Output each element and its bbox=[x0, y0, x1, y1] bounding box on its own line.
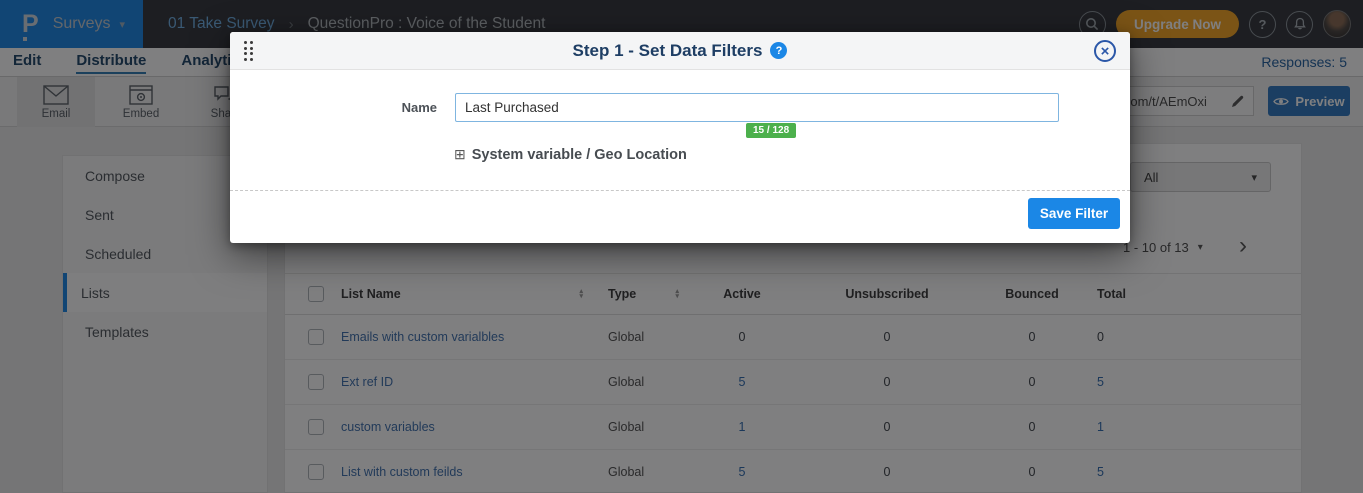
modal-title: Step 1 - Set Data Filters ? bbox=[573, 41, 788, 61]
modal-body: Name 15 / 128 ⊞ System variable / Geo Lo… bbox=[230, 70, 1130, 243]
plus-square-icon: ⊞ bbox=[454, 146, 466, 163]
expander-label: System variable / Geo Location bbox=[472, 147, 687, 163]
footer-divider bbox=[230, 190, 1130, 191]
help-icon[interactable]: ? bbox=[770, 42, 787, 59]
set-data-filters-modal: Step 1 - Set Data Filters ? × Name 15 / … bbox=[230, 32, 1130, 243]
system-variable-expander[interactable]: ⊞ System variable / Geo Location bbox=[454, 146, 687, 163]
drag-handle-icon[interactable] bbox=[244, 41, 253, 61]
char-counter-badge: 15 / 128 bbox=[746, 123, 796, 138]
filter-name-input[interactable] bbox=[455, 93, 1059, 122]
close-icon[interactable]: × bbox=[1094, 40, 1116, 62]
modal-title-text: Step 1 - Set Data Filters bbox=[573, 41, 763, 61]
modal-header: Step 1 - Set Data Filters ? × bbox=[230, 32, 1130, 70]
name-label: Name bbox=[350, 100, 437, 115]
save-filter-button[interactable]: Save Filter bbox=[1028, 198, 1120, 229]
